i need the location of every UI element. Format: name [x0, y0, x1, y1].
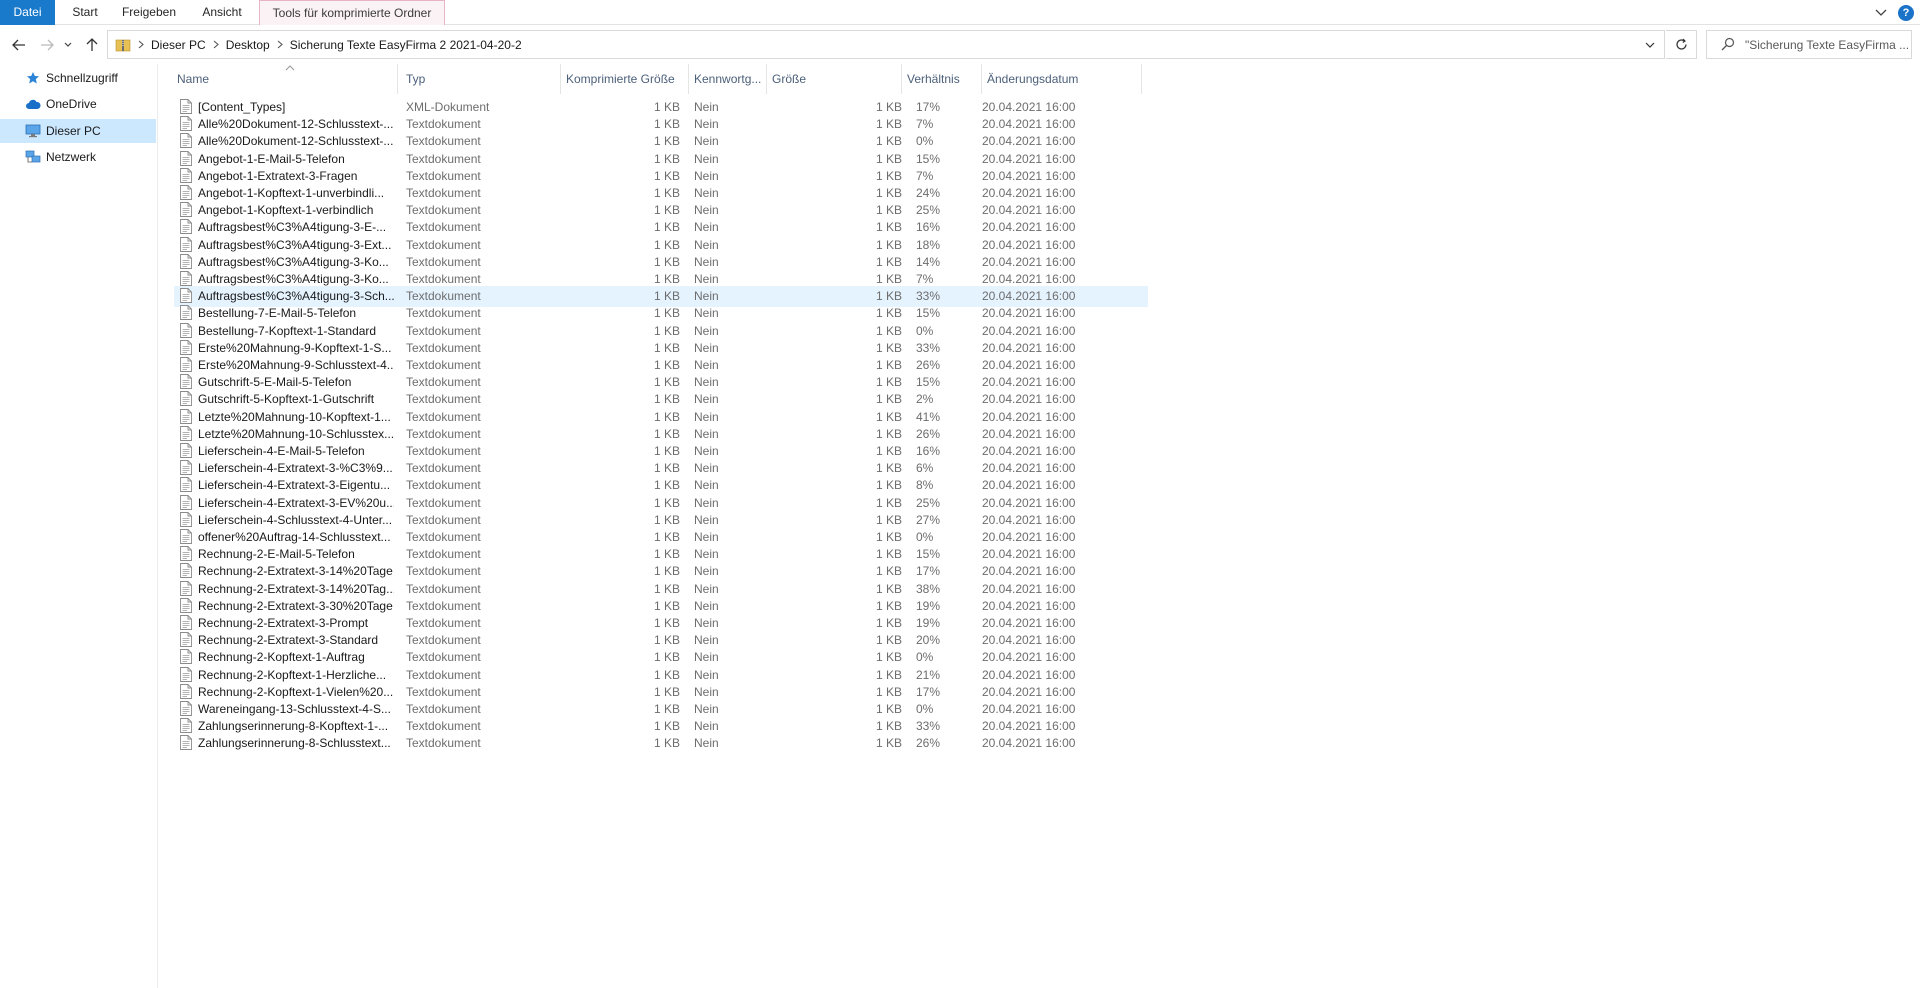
- back-button[interactable]: [9, 35, 29, 55]
- address-bar[interactable]: Dieser PC Desktop Sicherung Texte EasyFi…: [107, 30, 1665, 59]
- breadcrumb-separator-icon[interactable]: [274, 39, 286, 51]
- column-kennwortgeschuetzt[interactable]: Kennwortg...: [689, 64, 767, 94]
- file-name: Zahlungserinnerung-8-Schlusstext...: [198, 736, 391, 751]
- search-box[interactable]: "Sicherung Texte EasyFirma ...: [1706, 30, 1912, 59]
- zip-folder-icon: [115, 37, 131, 53]
- sort-ascending-icon: [285, 65, 295, 71]
- breadcrumb-desktop[interactable]: Desktop: [226, 38, 270, 52]
- nav-item-schnellzugriff[interactable]: Schnellzugriff: [0, 66, 156, 90]
- ribbon-right-controls: ?: [1874, 4, 1914, 22]
- file-compressed-size: 1 KB: [653, 736, 680, 751]
- search-input[interactable]: "Sicherung Texte EasyFirma ...: [1745, 38, 1909, 52]
- file-modified-date: 20.04.2021 16:00: [982, 736, 1076, 751]
- column-komprimierte-groesse[interactable]: Komprimierte Größe: [561, 64, 689, 94]
- help-icon[interactable]: ?: [1898, 5, 1914, 21]
- breadcrumb-current-folder[interactable]: Sicherung Texte EasyFirma 2 2021-04-20-2: [290, 38, 522, 52]
- cloud-icon: [25, 96, 41, 112]
- tab-start[interactable]: Start: [60, 0, 110, 25]
- nav-item-onedrive[interactable]: OneDrive: [0, 92, 156, 116]
- computer-icon: [25, 123, 41, 139]
- network-icon: [25, 149, 41, 165]
- recent-locations-chevron-icon[interactable]: [62, 35, 74, 55]
- breadcrumb-separator-icon[interactable]: [210, 39, 222, 51]
- tab-freigeben[interactable]: Freigeben: [114, 0, 184, 25]
- tab-ansicht[interactable]: Ansicht: [192, 0, 252, 25]
- expand-ribbon-icon[interactable]: [1874, 6, 1888, 20]
- column-aenderungsdatum[interactable]: Änderungsdatum: [982, 64, 1142, 94]
- refresh-icon: [1675, 38, 1687, 50]
- nav-item-netzwerk[interactable]: Netzwerk: [0, 145, 156, 169]
- navigation-pane: Schnellzugriff OneDrive Dieser PC Netzwe…: [0, 64, 158, 988]
- breadcrumb-separator-icon[interactable]: [135, 39, 147, 51]
- text-document-icon: [180, 735, 194, 752]
- column-groesse[interactable]: Größe: [767, 64, 902, 94]
- tab-datei[interactable]: Datei: [0, 0, 55, 25]
- file-password-protected: Nein: [694, 736, 719, 751]
- nav-item-dieser-pc[interactable]: Dieser PC: [0, 119, 156, 143]
- column-verhaeltnis[interactable]: Verhältnis: [902, 64, 982, 94]
- column-typ[interactable]: Typ: [401, 64, 561, 94]
- file-size: 1 KB: [875, 736, 902, 751]
- up-button[interactable]: [82, 35, 102, 55]
- ribbon-tab-bar: Datei Start Freigeben Ansicht Tools für …: [0, 0, 1920, 25]
- refresh-button[interactable]: [1666, 30, 1697, 59]
- address-toolbar: Dieser PC Desktop Sicherung Texte EasyFi…: [0, 26, 1920, 63]
- tab-tools-komprimierte-ordner[interactable]: Tools für komprimierte Ordner: [259, 0, 445, 25]
- address-dropdown-chevron-icon[interactable]: [1635, 31, 1664, 58]
- file-list: Name Typ Komprimierte Größe Kennwortg...…: [160, 64, 1920, 988]
- search-icon: [1721, 37, 1737, 53]
- forward-button[interactable]: [37, 35, 57, 55]
- breadcrumb-dieser-pc[interactable]: Dieser PC: [151, 38, 206, 52]
- file-type: Textdokument: [406, 736, 481, 751]
- star-icon: [25, 70, 41, 86]
- table-row[interactable]: Zahlungserinnerung-8-Schlusstext... Textd…: [174, 733, 1148, 754]
- file-ratio: 26%: [916, 736, 941, 751]
